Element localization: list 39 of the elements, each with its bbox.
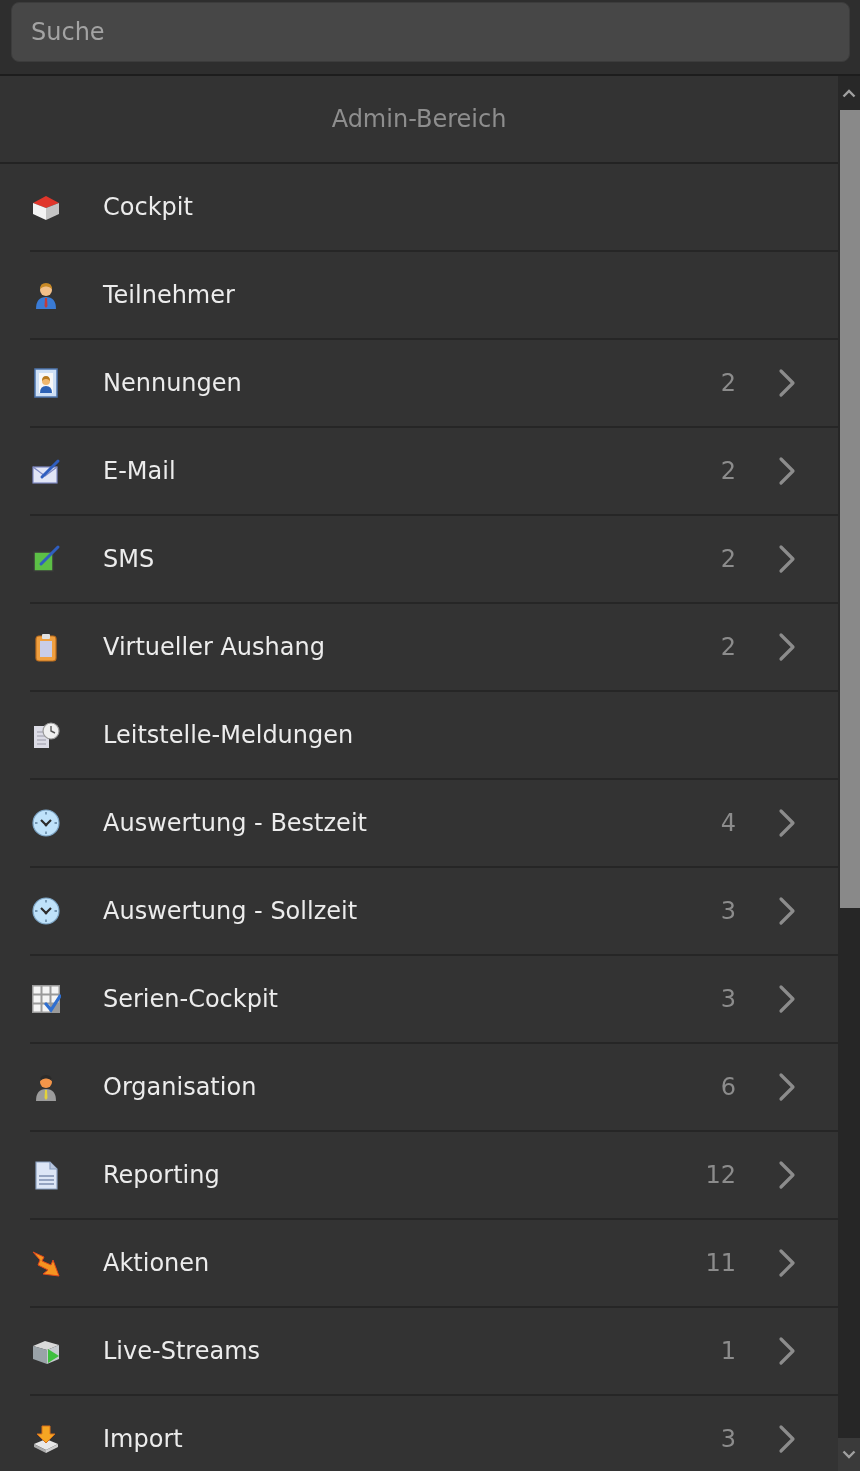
item-count: 2 (720, 457, 736, 485)
menu-title: Admin-Bereich (0, 76, 838, 164)
menu-item[interactable]: Virtueller Aushang 2 (30, 604, 838, 692)
grid-check-icon (31, 984, 61, 1014)
menu-item[interactable]: Auswertung - Bestzeit 4 (30, 780, 838, 868)
menu-item[interactable]: E-Mail 2 (30, 428, 838, 516)
clock-icon (31, 896, 61, 926)
search-field[interactable]: Suche (11, 2, 850, 62)
menu-item[interactable]: Nennungen 2 (30, 340, 838, 428)
clock-icon (31, 808, 61, 838)
item-count: 2 (720, 369, 736, 397)
note-pen-icon (31, 544, 61, 574)
item-count: 3 (720, 985, 736, 1013)
item-count: 11 (705, 1249, 736, 1277)
menu-item[interactable]: Live-Streams 1 (30, 1308, 838, 1396)
menu-item[interactable]: SMS 2 (30, 516, 838, 604)
scroll-down-button[interactable] (838, 1438, 860, 1471)
item-count: 2 (720, 545, 736, 573)
item-count: 1 (720, 1337, 736, 1365)
portrait-icon (31, 368, 61, 398)
menu-item[interactable]: Organisation 6 (30, 1044, 838, 1132)
item-count: 3 (720, 897, 736, 925)
chevron-down-icon (842, 1450, 856, 1459)
item-count: 2 (720, 633, 736, 661)
scrollbar-thumb[interactable] (840, 110, 860, 908)
menu-item[interactable]: Serien-Cockpit 3 (30, 956, 838, 1044)
item-count: 3 (720, 1425, 736, 1453)
download-icon (31, 1424, 61, 1454)
item-count: 4 (720, 809, 736, 837)
menu-item[interactable]: Auswertung - Sollzeit 3 (30, 868, 838, 956)
menu-item[interactable]: Teilnehmer (30, 252, 838, 340)
chevron-up-icon (842, 88, 856, 98)
item-count: 12 (705, 1161, 736, 1189)
item-count: 6 (720, 1073, 736, 1101)
menu-item[interactable]: Leitstelle-Meldungen (30, 692, 838, 780)
document-clock-icon (31, 720, 61, 750)
menu-item[interactable]: Cockpit (30, 164, 838, 252)
menu-item[interactable]: Aktionen 11 (30, 1220, 838, 1308)
menu-item[interactable]: Reporting 12 (30, 1132, 838, 1220)
